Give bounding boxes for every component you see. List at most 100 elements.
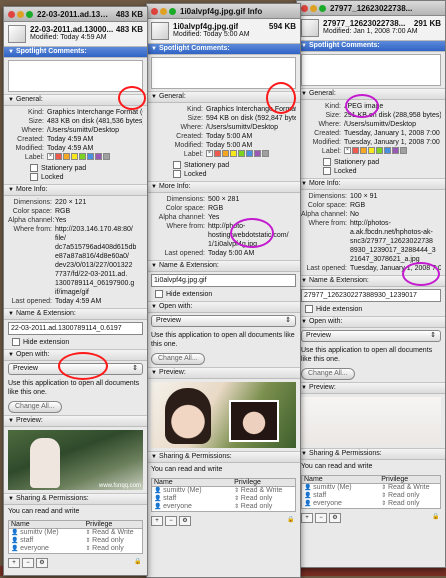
label-color-swatch[interactable] — [400, 147, 407, 154]
section-header-more[interactable]: ▼ More Info: — [147, 182, 300, 193]
permissions-row[interactable]: 👤 sumittv (Me) ⇕ Read & Write — [152, 487, 295, 495]
column-name-header[interactable]: Name — [9, 521, 85, 528]
checkbox-box[interactable] — [305, 305, 313, 313]
section-header-open[interactable]: ▼ Open with: — [147, 302, 300, 313]
permissions-row[interactable]: 👤 sumittv (Me) ⇕ Read & Write — [9, 529, 142, 537]
window-controls[interactable] — [151, 7, 176, 15]
section-header-preview[interactable]: ▼ Preview: — [147, 368, 300, 379]
close-button[interactable] — [8, 10, 15, 18]
lock-icon[interactable]: 🔒 — [431, 513, 441, 521]
column-privilege-header[interactable]: Privilege — [85, 521, 142, 528]
stationery-pad-checkbox[interactable]: Stationery pad — [30, 164, 143, 173]
column-privilege-header[interactable]: Privilege — [381, 476, 440, 483]
open-with-select[interactable]: Preview ⇕ — [151, 315, 296, 327]
permissions-table[interactable]: Name Privilege 👤 sumittv (Me) ⇕ Read & Writ… — [8, 520, 143, 554]
checkbox-box[interactable] — [173, 161, 181, 170]
label-none-swatch[interactable]: × — [206, 150, 213, 157]
label-color-picker[interactable]: × — [47, 153, 110, 162]
column-name-header[interactable]: Name — [152, 479, 234, 486]
hide-extension-checkbox[interactable]: Hide extension — [4, 337, 147, 349]
label-color-swatch[interactable] — [376, 147, 383, 154]
label-color-picker[interactable]: × — [206, 150, 269, 159]
add-user-button[interactable]: + — [301, 513, 313, 523]
section-header-spotlight[interactable]: ▼ Spotlight Comments: — [297, 41, 445, 52]
locked-checkbox[interactable]: Locked — [30, 173, 143, 182]
disclosure-triangle-icon[interactable]: ▼ — [8, 494, 14, 504]
lock-icon[interactable]: 🔒 — [133, 558, 143, 566]
label-color-swatch[interactable] — [87, 153, 94, 160]
section-header-spotlight[interactable]: ▼ Spotlight Comments: — [147, 44, 300, 55]
checkbox-box[interactable] — [323, 167, 331, 176]
permission-privilege[interactable]: ⇕ Read only — [85, 545, 142, 553]
disclosure-triangle-icon[interactable]: ▼ — [151, 452, 157, 462]
permissions-row[interactable]: 👤 everyone ⇕ Read only — [9, 545, 142, 553]
window-titlebar[interactable]: 22-03-2011.ad.13000... 483 KB — [4, 7, 147, 22]
permission-privilege[interactable]: ⇕ Read & Write — [381, 484, 440, 492]
label-color-swatch[interactable] — [368, 147, 375, 154]
section-header-more[interactable]: ▼ More Info: — [297, 179, 445, 190]
spotlight-comments-input[interactable] — [8, 60, 143, 92]
label-color-swatch[interactable] — [63, 153, 70, 160]
label-color-swatch[interactable] — [71, 153, 78, 160]
gear-action-button[interactable]: ⚙ — [329, 513, 341, 523]
window-controls[interactable] — [8, 10, 33, 18]
checkbox-box[interactable] — [12, 338, 20, 346]
label-color-swatch[interactable] — [103, 153, 110, 160]
checkbox-box[interactable] — [30, 173, 38, 182]
label-color-swatch[interactable] — [95, 153, 102, 160]
checkbox-box[interactable] — [30, 164, 38, 173]
name-extension-input[interactable]: 22-03-2011.ad.1300789114_0.6197 — [8, 322, 143, 335]
permission-privilege[interactable]: ⇕ Read only — [381, 492, 440, 500]
name-extension-input[interactable]: 27977_126230227388930_1239017 — [301, 289, 441, 302]
disclosure-triangle-icon[interactable]: ▼ — [301, 449, 307, 459]
add-user-button[interactable]: + — [8, 558, 20, 568]
minimize-button[interactable] — [160, 7, 167, 15]
permissions-row[interactable]: 👤 staff ⇕ Read only — [302, 492, 440, 500]
permission-privilege[interactable]: ⇕ Read only — [85, 537, 142, 545]
change-all-button[interactable]: Change All... — [151, 353, 205, 365]
section-header-preview[interactable]: ▼ Preview: — [297, 383, 445, 394]
remove-user-button[interactable]: − — [22, 558, 34, 568]
label-color-swatch[interactable] — [352, 147, 359, 154]
disclosure-triangle-icon[interactable]: ▼ — [151, 44, 157, 54]
label-none-swatch[interactable]: × — [344, 147, 351, 154]
label-color-swatch[interactable] — [55, 153, 62, 160]
disclosure-triangle-icon[interactable]: ▼ — [8, 47, 14, 57]
close-button[interactable] — [151, 7, 158, 15]
zoom-button[interactable] — [26, 10, 33, 18]
column-name-header[interactable]: Name — [302, 476, 381, 483]
stationery-pad-checkbox[interactable]: Stationery pad — [323, 158, 441, 167]
disclosure-triangle-icon[interactable]: ▼ — [301, 41, 307, 51]
label-color-swatch[interactable] — [230, 150, 237, 157]
change-all-button[interactable]: Change All... — [8, 401, 62, 413]
disclosure-triangle-icon[interactable]: ▼ — [8, 95, 14, 105]
label-color-swatch[interactable] — [222, 150, 229, 157]
disclosure-triangle-icon[interactable]: ▼ — [8, 350, 14, 360]
permission-privilege[interactable]: ⇕ Read & Write — [234, 487, 295, 495]
section-header-sharing[interactable]: ▼ Sharing & Permissions: — [147, 452, 300, 463]
section-header-open[interactable]: ▼ Open with: — [297, 317, 445, 328]
disclosure-triangle-icon[interactable]: ▼ — [151, 261, 157, 271]
column-privilege-header[interactable]: Privilege — [234, 479, 295, 486]
disclosure-triangle-icon[interactable]: ▼ — [301, 276, 307, 286]
permissions-row[interactable]: 👤 staff ⇕ Read only — [152, 495, 295, 503]
permission-privilege[interactable]: ⇕ Read & Write — [85, 529, 142, 537]
section-header-spotlight[interactable]: ▼ Spotlight Comments: — [4, 47, 147, 58]
permission-privilege[interactable]: ⇕ Read only — [234, 503, 295, 511]
add-user-button[interactable]: + — [151, 516, 163, 526]
label-color-swatch[interactable] — [392, 147, 399, 154]
label-color-swatch[interactable] — [384, 147, 391, 154]
section-header-sharing[interactable]: ▼ Sharing & Permissions: — [4, 494, 147, 505]
permissions-row[interactable]: 👤 everyone ⇕ Read only — [152, 503, 295, 511]
section-header-name[interactable]: ▼ Name & Extension: — [4, 309, 147, 320]
checkbox-box[interactable] — [173, 170, 181, 179]
disclosure-triangle-icon[interactable]: ▼ — [8, 416, 14, 426]
locked-checkbox[interactable]: Locked — [323, 167, 441, 176]
label-color-swatch[interactable] — [262, 150, 269, 157]
label-color-swatch[interactable] — [238, 150, 245, 157]
permissions-row[interactable]: 👤 staff ⇕ Read only — [9, 537, 142, 545]
label-color-swatch[interactable] — [360, 147, 367, 154]
minimize-button[interactable] — [17, 10, 24, 18]
label-color-swatch[interactable] — [254, 150, 261, 157]
locked-checkbox[interactable]: Locked — [173, 170, 296, 179]
